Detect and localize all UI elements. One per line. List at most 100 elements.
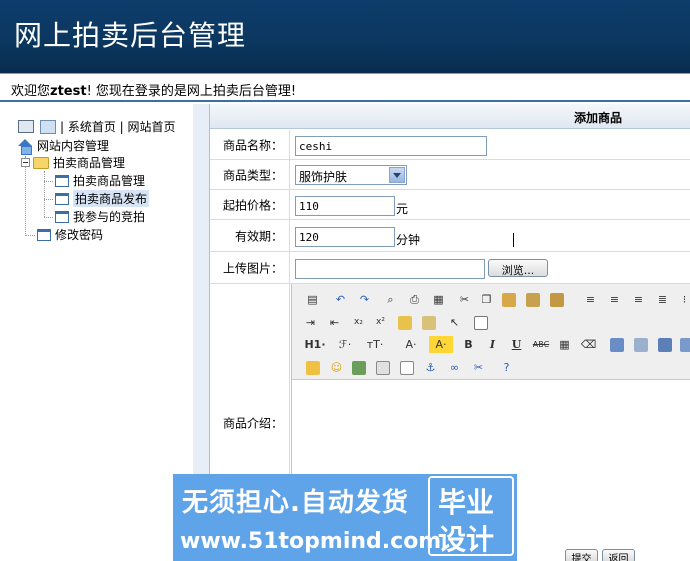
media-icon[interactable] (658, 338, 672, 352)
tree-line (44, 181, 53, 182)
page-icon (55, 192, 69, 205)
flash-icon[interactable] (634, 338, 648, 352)
strikethrough-button[interactable]: ABC (530, 336, 552, 353)
network-icon (40, 119, 56, 134)
sidebar-group-label: 拍卖商品管理 (53, 156, 126, 170)
code-icon[interactable] (376, 361, 390, 375)
submit-button[interactable]: 提交 (565, 549, 598, 561)
sidebar-item-manage[interactable]: 拍卖商品管理 (55, 172, 145, 189)
chevron-down-icon[interactable] (389, 167, 405, 183)
page-break-icon[interactable] (400, 361, 414, 375)
watermark-badge: 毕业 设计 (428, 476, 514, 556)
app-header: 网上拍卖后台管理 (0, 0, 690, 73)
indent-icon[interactable]: ⇥ (302, 314, 319, 331)
sidebar-item-change-password[interactable]: 修改密码 (37, 226, 103, 243)
field-label: 商品名称： (210, 130, 290, 159)
welcome-text: 欢迎您ztest! 您现在登录的是网上拍卖后台管理! (11, 80, 296, 99)
template-icon[interactable]: ▦ (430, 291, 447, 308)
sidebar-root[interactable]: 网站内容管理 (18, 137, 110, 155)
collapse-toggle-icon[interactable] (21, 158, 30, 167)
folder-open-icon (33, 156, 49, 169)
sidebar-top-links: | 系统首页 | 网站首页 (18, 118, 176, 135)
anchor-icon[interactable]: ⚓ (422, 359, 439, 376)
fullscreen-icon[interactable] (474, 316, 488, 330)
underline-button[interactable]: U (508, 336, 525, 353)
superscript-icon[interactable]: x² (372, 314, 389, 331)
watermark-banner: 无须担心.自动发货 www.51topmind.com 毕业 设计 (173, 474, 517, 561)
picture-icon[interactable] (352, 361, 366, 375)
align-center-icon[interactable]: ≡ (606, 291, 623, 308)
top-links-text[interactable]: | 系统首页 | 网站首页 (60, 118, 176, 135)
italic-button[interactable]: I (484, 336, 501, 353)
back-button[interactable]: 返回 (602, 549, 635, 561)
name-input[interactable]: ceshi (295, 136, 487, 156)
price-input[interactable]: 110 (295, 196, 395, 216)
clear-format-icon[interactable] (398, 316, 412, 330)
form-row-period: 有效期： 120 分钟 (210, 220, 690, 252)
watermark-badge-bottom: 设计 (438, 523, 495, 556)
field-label: 有效期： (210, 220, 290, 251)
period-input[interactable]: 120 (295, 227, 395, 247)
sidebar-item-label: 我参与的竞拍 (73, 210, 146, 224)
numbered-list-icon[interactable]: ⁝ (676, 291, 690, 308)
unlink-icon[interactable]: ✂ (470, 359, 487, 376)
text-cursor (513, 233, 514, 247)
welcome-bar: 欢迎您ztest! 您现在登录的是网上拍卖后台管理! (0, 73, 690, 102)
eraser-icon[interactable]: ⌫ (580, 336, 597, 353)
sidebar-item-label: 拍卖商品发布 (73, 190, 150, 207)
panel-header: 添加商品 (210, 104, 690, 129)
form-row-price: 起拍价格： 110 元 (210, 190, 690, 220)
table-icon[interactable]: ▦ (556, 336, 573, 353)
watermark-url: www.51topmind.com (180, 529, 442, 554)
cursor-icon[interactable]: ↖ (446, 314, 463, 331)
welcome-username: ztest (50, 84, 87, 99)
editor-toolbar: ▤ ↶ ↷ ⌕ ⎙ ▦ ✂ ❐ ≡ ≡ ≡ ≣ ⁝ ⇥ ⇤ x₂ x² ↖ H1… (292, 284, 690, 380)
paste-word-icon[interactable] (550, 293, 564, 307)
subscript-icon[interactable]: x₂ (350, 314, 367, 331)
type-select[interactable]: 服饰护肤 (295, 165, 407, 185)
paste-text-icon[interactable]: ▤ (304, 291, 321, 308)
select-all-icon[interactable] (422, 316, 436, 330)
heading-dropdown[interactable]: H1· (302, 336, 328, 353)
outdent-icon[interactable]: ⇤ (326, 314, 343, 331)
paste-icon[interactable] (502, 293, 516, 307)
price-unit: 元 (396, 202, 409, 216)
redo-icon[interactable]: ↷ (356, 291, 373, 308)
undo-icon[interactable]: ↶ (332, 291, 349, 308)
help-icon[interactable]: ? (498, 359, 515, 376)
field-label: 商品类型： (210, 160, 290, 189)
insert-hr-icon[interactable] (306, 361, 320, 375)
tree-line (44, 217, 53, 218)
sidebar-group[interactable]: 拍卖商品管理 (21, 154, 125, 171)
sidebar-root-label: 网站内容管理 (37, 139, 110, 153)
file-path-input[interactable] (295, 259, 485, 279)
link-icon[interactable]: ∞ (446, 359, 463, 376)
image-icon[interactable] (610, 338, 624, 352)
preview-icon[interactable]: ⌕ (382, 291, 399, 308)
font-size-dropdown[interactable]: тT· (362, 336, 388, 353)
field-label: 上传图片： (210, 252, 290, 283)
highlight-color-button[interactable]: A· (429, 336, 453, 353)
sidebar-item-publish[interactable]: 拍卖商品发布 (55, 190, 150, 207)
page-icon (37, 228, 51, 241)
font-family-dropdown[interactable]: ℱ· (334, 336, 356, 353)
font-color-button[interactable]: A· (400, 336, 422, 353)
watermark-text: 无须担心.自动发货 (182, 488, 409, 518)
paste-plain-icon[interactable] (526, 293, 540, 307)
form-row-type: 商品类型： 服饰护肤 (210, 160, 690, 190)
bold-button[interactable]: B (460, 336, 477, 353)
emoticon-icon[interactable]: ☺ (328, 359, 345, 376)
attachment-icon[interactable] (680, 338, 690, 352)
copy-icon[interactable]: ❐ (478, 291, 495, 308)
watermark-badge-top: 毕业 (438, 486, 495, 519)
align-justify-icon[interactable]: ≣ (654, 291, 671, 308)
cut-icon[interactable]: ✂ (456, 291, 473, 308)
align-left-icon[interactable]: ≡ (582, 291, 599, 308)
print-icon[interactable]: ⎙ (406, 291, 423, 308)
tree-line (25, 235, 35, 236)
browse-button[interactable]: 浏览... (488, 259, 548, 277)
page-icon (55, 210, 69, 223)
sidebar: | 系统首页 | 网站首页 网站内容管理 拍卖商品管理 拍卖商品管理 拍卖商品发… (0, 104, 193, 561)
sidebar-item-my-bids[interactable]: 我参与的竞拍 (55, 208, 145, 225)
align-right-icon[interactable]: ≡ (630, 291, 647, 308)
